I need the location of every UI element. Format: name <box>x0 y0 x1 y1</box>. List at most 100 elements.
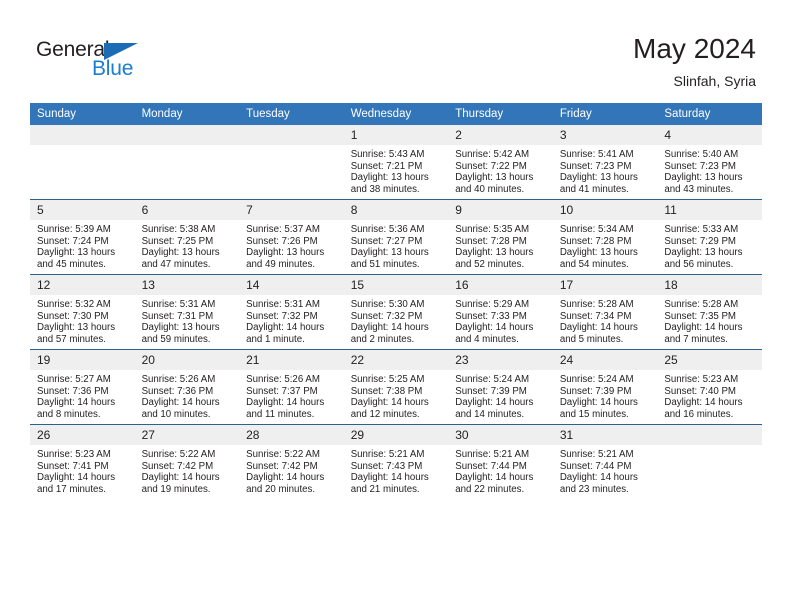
day-sunrise-text: Sunrise: 5:23 AM <box>664 374 739 385</box>
calendar-body: 1 Sunrise: 5:43 AM Sunset: 7:21 PM Daylight… <box>30 125 762 499</box>
day-number: 8 <box>343 200 449 220</box>
day-sunrise-text: Sunrise: 5:24 AM <box>455 374 530 385</box>
calendar-day-cell[interactable]: 4 Sunrise: 5:40 AM Sunset: 7:23 PM Daylight… <box>657 125 762 200</box>
day-sunset-text: Sunset: 7:30 PM <box>37 310 109 322</box>
day-sun-info: Sunrise: 5:21 AM Sunset: 7:43 PM Daylight:… <box>344 445 449 495</box>
day-sunset-text: Sunset: 7:23 PM <box>664 160 736 172</box>
day-sun-info <box>239 145 344 149</box>
day-daylight2-text: and 54 minutes. <box>559 258 629 270</box>
calendar-day-cell[interactable]: 13 Sunrise: 5:31 AM Sunset: 7:31 PM Dayligh… <box>134 274 240 350</box>
day-sun-info: Sunrise: 5:25 AM Sunset: 7:38 PM Daylight:… <box>344 370 449 420</box>
day-daylight2-text: and 15 minutes. <box>559 408 629 420</box>
day-sun-info: Sunrise: 5:24 AM Sunset: 7:39 PM Daylight:… <box>553 370 658 420</box>
day-sunrise-text: Sunrise: 5:30 AM <box>350 299 425 310</box>
calendar-day-cell[interactable]: 14 Sunrise: 5:31 AM Sunset: 7:32 PM Dayligh… <box>239 274 344 350</box>
calendar-day-cell[interactable]: 6 Sunrise: 5:38 AM Sunset: 7:25 PM Daylight… <box>134 199 240 275</box>
weekday-header-thursday: Thursday <box>448 103 553 125</box>
day-number: 5 <box>30 200 135 220</box>
calendar-day-cell[interactable]: 1 Sunrise: 5:43 AM Sunset: 7:21 PM Daylight… <box>343 125 449 200</box>
day-daylight2-text: and 40 minutes. <box>455 183 525 195</box>
calendar-day-cell[interactable]: 25 Sunrise: 5:23 AM Sunset: 7:40 PM Dayligh… <box>657 349 762 425</box>
calendar-day-cell[interactable]: 18 Sunrise: 5:28 AM Sunset: 7:35 PM Dayligh… <box>657 274 762 350</box>
calendar-day-cell[interactable]: 31 Sunrise: 5:21 AM Sunset: 7:44 PM Dayligh… <box>552 424 658 499</box>
day-sunrise-text: Sunrise: 5:32 AM <box>37 299 111 310</box>
day-daylight2-text: and 57 minutes. <box>37 333 106 345</box>
day-sunrise-text: Sunrise: 5:43 AM <box>350 149 425 160</box>
calendar-day-cell[interactable]: 27 Sunrise: 5:22 AM Sunset: 7:42 PM Dayligh… <box>134 424 240 499</box>
day-sun-info: Sunrise: 5:40 AM Sunset: 7:23 PM Daylight:… <box>657 145 762 195</box>
day-sunrise-text: Sunrise: 5:22 AM <box>246 449 320 460</box>
day-daylight2-text: and 7 minutes. <box>664 333 728 345</box>
day-number: 4 <box>657 125 762 145</box>
general-blue-logo[interactable]: General Blue <box>36 38 166 86</box>
calendar-day-cell[interactable]: 24 Sunrise: 5:24 AM Sunset: 7:39 PM Dayligh… <box>552 349 658 425</box>
day-sunrise-text: Sunrise: 5:39 AM <box>37 224 111 235</box>
title-block: May 2024 Slinfah, Syria <box>633 32 756 91</box>
calendar-day-cell[interactable]: 3 Sunrise: 5:41 AM Sunset: 7:23 PM Daylight… <box>552 125 658 200</box>
day-sunset-text: Sunset: 7:36 PM <box>37 385 109 397</box>
calendar-day-cell[interactable]: 28 Sunrise: 5:22 AM Sunset: 7:42 PM Dayligh… <box>239 424 344 499</box>
calendar-day-cell[interactable]: 29 Sunrise: 5:21 AM Sunset: 7:43 PM Dayligh… <box>343 424 449 499</box>
day-sun-info: Sunrise: 5:31 AM Sunset: 7:32 PM Daylight:… <box>239 295 344 345</box>
calendar-day-cell[interactable]: 9 Sunrise: 5:35 AM Sunset: 7:28 PM Daylight… <box>448 199 553 275</box>
calendar-day-cell[interactable]: 19 Sunrise: 5:27 AM Sunset: 7:36 PM Dayligh… <box>30 349 135 425</box>
calendar-day-cell[interactable]: 8 Sunrise: 5:36 AM Sunset: 7:27 PM Daylight… <box>343 199 449 275</box>
day-daylight2-text: and 11 minutes. <box>246 408 315 420</box>
calendar-day-cell[interactable]: 21 Sunrise: 5:26 AM Sunset: 7:37 PM Dayligh… <box>239 349 344 425</box>
calendar-day-cell[interactable]: 11 Sunrise: 5:33 AM Sunset: 7:29 PM Dayligh… <box>657 199 762 275</box>
calendar-day-cell[interactable]: 23 Sunrise: 5:24 AM Sunset: 7:39 PM Dayligh… <box>448 349 553 425</box>
day-daylight2-text: and 56 minutes. <box>664 258 734 270</box>
day-sunset-text: Sunset: 7:34 PM <box>559 310 632 322</box>
day-daylight1-text: Daylight: 13 hours <box>37 247 116 259</box>
calendar-day-cell[interactable]: 16 Sunrise: 5:29 AM Sunset: 7:33 PM Dayligh… <box>448 274 553 350</box>
day-sunset-text: Sunset: 7:43 PM <box>350 460 423 472</box>
day-sunset-text: Sunset: 7:28 PM <box>559 235 632 247</box>
calendar-day-cell[interactable]: 30 Sunrise: 5:21 AM Sunset: 7:44 PM Dayligh… <box>448 424 553 499</box>
day-sunset-text: Sunset: 7:32 PM <box>350 310 423 322</box>
day-sun-info: Sunrise: 5:29 AM Sunset: 7:33 PM Daylight:… <box>448 295 553 345</box>
day-number: 15 <box>343 275 449 295</box>
day-daylight1-text: Daylight: 14 hours <box>559 472 638 484</box>
day-number: 14 <box>239 275 344 295</box>
day-number: 13 <box>134 275 240 295</box>
day-sunrise-text: Sunrise: 5:21 AM <box>559 449 634 460</box>
day-number: 27 <box>134 425 240 445</box>
logo-text-blue: Blue <box>92 57 134 80</box>
day-daylight1-text: Daylight: 14 hours <box>141 472 220 484</box>
day-sun-info: Sunrise: 5:21 AM Sunset: 7:44 PM Daylight:… <box>448 445 553 495</box>
day-number <box>239 125 344 145</box>
day-daylight2-text: and 47 minutes. <box>141 258 211 270</box>
calendar-day-cell[interactable]: 22 Sunrise: 5:25 AM Sunset: 7:38 PM Dayligh… <box>343 349 449 425</box>
day-sunset-text: Sunset: 7:31 PM <box>141 310 214 322</box>
calendar-day-cell[interactable]: 17 Sunrise: 5:28 AM Sunset: 7:34 PM Dayligh… <box>552 274 658 350</box>
day-sunrise-text: Sunrise: 5:26 AM <box>141 374 216 385</box>
day-sunrise-text: Sunrise: 5:38 AM <box>141 224 216 235</box>
calendar-day-cell[interactable]: 12 Sunrise: 5:32 AM Sunset: 7:30 PM Dayligh… <box>30 274 135 350</box>
day-sun-info: Sunrise: 5:34 AM Sunset: 7:28 PM Daylight:… <box>553 220 658 270</box>
day-sunset-text: Sunset: 7:27 PM <box>350 235 423 247</box>
day-sun-info: Sunrise: 5:28 AM Sunset: 7:35 PM Daylight:… <box>657 295 762 345</box>
calendar-day-cell[interactable]: 7 Sunrise: 5:37 AM Sunset: 7:26 PM Daylight… <box>239 199 344 275</box>
day-sunset-text: Sunset: 7:42 PM <box>141 460 214 472</box>
calendar-day-cell[interactable]: 15 Sunrise: 5:30 AM Sunset: 7:32 PM Dayligh… <box>343 274 449 350</box>
day-daylight2-text: and 20 minutes. <box>246 483 316 495</box>
day-sunrise-text: Sunrise: 5:28 AM <box>559 299 634 310</box>
day-daylight2-text: and 5 minutes. <box>559 333 624 345</box>
calendar-day-cell[interactable]: 5 Sunrise: 5:39 AM Sunset: 7:24 PM Daylight… <box>30 199 135 275</box>
day-sunrise-text: Sunrise: 5:22 AM <box>141 449 216 460</box>
calendar-day-cell[interactable]: 20 Sunrise: 5:26 AM Sunset: 7:36 PM Dayligh… <box>134 349 240 425</box>
day-daylight2-text: and 23 minutes. <box>559 483 629 495</box>
day-sunset-text: Sunset: 7:44 PM <box>559 460 632 472</box>
day-sunset-text: Sunset: 7:32 PM <box>246 310 318 322</box>
calendar-empty-cell <box>657 424 762 499</box>
day-sunset-text: Sunset: 7:23 PM <box>559 160 632 172</box>
calendar-day-cell[interactable]: 10 Sunrise: 5:34 AM Sunset: 7:28 PM Dayligh… <box>552 199 658 275</box>
day-number: 30 <box>448 425 553 445</box>
page-title: May 2024 <box>633 33 756 64</box>
day-sunset-text: Sunset: 7:25 PM <box>141 235 214 247</box>
calendar-day-cell[interactable]: 2 Sunrise: 5:42 AM Sunset: 7:22 PM Daylight… <box>448 125 553 200</box>
day-sunrise-text: Sunrise: 5:28 AM <box>664 299 739 310</box>
day-daylight1-text: Daylight: 13 hours <box>559 172 638 184</box>
calendar-day-cell[interactable]: 26 Sunrise: 5:23 AM Sunset: 7:41 PM Dayligh… <box>30 424 135 499</box>
day-sun-info: Sunrise: 5:26 AM Sunset: 7:37 PM Daylight:… <box>239 370 344 420</box>
